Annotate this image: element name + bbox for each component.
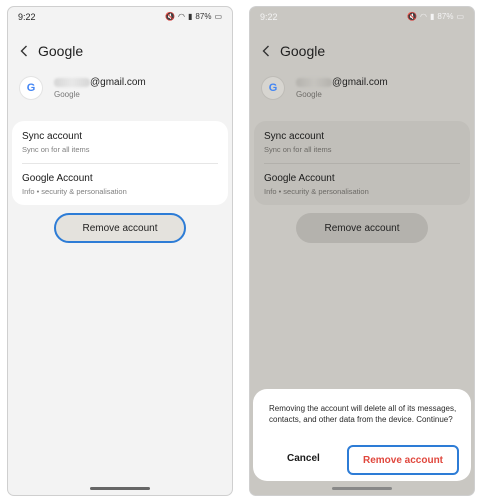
- remove-account-button[interactable]: Remove account: [54, 213, 186, 243]
- status-time: 9:22: [18, 12, 36, 22]
- divider: [22, 163, 218, 164]
- account-email: @gmail.com: [332, 77, 388, 88]
- dialog-message: Removing the account will delete all of …: [269, 404, 457, 424]
- divider: [264, 163, 460, 164]
- home-indicator[interactable]: [332, 487, 392, 490]
- confirm-remove-account-button[interactable]: Remove account: [347, 445, 459, 475]
- confirm-dialog: Removing the account will delete all of …: [253, 389, 471, 481]
- google-account-title: Google Account: [264, 173, 335, 184]
- mute-icon: 🔇: [165, 12, 176, 21]
- phone-screen-left: 9:22 🔇 ◠ ▮ 87% ▭ Google G @gmail.com Goo…: [7, 6, 233, 496]
- google-logo-icon: G: [262, 77, 284, 99]
- battery-text: 87%: [437, 12, 454, 21]
- status-bar: 9:22 🔇 ◠ ▮ 87% ▭: [250, 7, 474, 27]
- google-account-item[interactable]: Google Account Info • security & persona…: [22, 173, 218, 196]
- status-icons: 🔇 ◠ ▮ 87% ▭: [407, 12, 464, 21]
- account-info: G @gmail.com Google: [262, 77, 388, 99]
- signal-icon: ▮: [188, 12, 193, 21]
- account-provider: Google: [296, 90, 322, 99]
- phone-screen-right: 9:22 🔇 ◠ ▮ 87% ▭ Google G @gmail.com Goo…: [249, 6, 475, 496]
- wifi-icon: ◠: [178, 12, 186, 21]
- home-indicator[interactable]: [90, 487, 150, 490]
- sync-account-item: Sync account Sync on for all items: [264, 131, 460, 154]
- sync-account-title: Sync account: [264, 131, 325, 142]
- signal-icon: ▮: [430, 12, 435, 21]
- status-icons: 🔇 ◠ ▮ 87% ▭: [165, 12, 222, 21]
- page-title: Google: [38, 43, 84, 59]
- page-title: Google: [280, 43, 326, 59]
- account-provider: Google: [54, 90, 80, 99]
- cancel-button[interactable]: Cancel: [287, 453, 320, 464]
- status-bar: 9:22 🔇 ◠ ▮ 87% ▭: [8, 7, 232, 27]
- battery-icon: ▭: [214, 12, 222, 21]
- back-arrow-icon[interactable]: [20, 45, 28, 57]
- status-time: 9:22: [260, 12, 278, 22]
- sync-account-subtitle: Sync on for all items: [22, 145, 90, 154]
- sync-account-subtitle: Sync on for all items: [264, 145, 332, 154]
- header: Google: [262, 43, 325, 59]
- google-account-subtitle: Info • security & personalisation: [264, 187, 369, 196]
- settings-card: Sync account Sync on for all items Googl…: [12, 121, 228, 205]
- battery-icon: ▭: [456, 12, 464, 21]
- blurred-username: [54, 78, 90, 87]
- google-logo-icon: G: [20, 77, 42, 99]
- remove-account-button: Remove account: [296, 213, 428, 243]
- account-email: @gmail.com: [90, 77, 146, 88]
- sync-account-title: Sync account: [22, 131, 83, 142]
- mute-icon: 🔇: [407, 12, 418, 21]
- battery-text: 87%: [195, 12, 212, 21]
- settings-card: Sync account Sync on for all items Googl…: [254, 121, 470, 205]
- sync-account-item[interactable]: Sync account Sync on for all items: [22, 131, 218, 154]
- header: Google: [20, 43, 83, 59]
- google-account-item: Google Account Info • security & persona…: [264, 173, 460, 196]
- back-arrow-icon: [262, 45, 270, 57]
- google-account-title: Google Account: [22, 173, 93, 184]
- wifi-icon: ◠: [420, 12, 428, 21]
- google-account-subtitle: Info • security & personalisation: [22, 187, 127, 196]
- account-info: G @gmail.com Google: [20, 77, 146, 99]
- blurred-username: [296, 78, 332, 87]
